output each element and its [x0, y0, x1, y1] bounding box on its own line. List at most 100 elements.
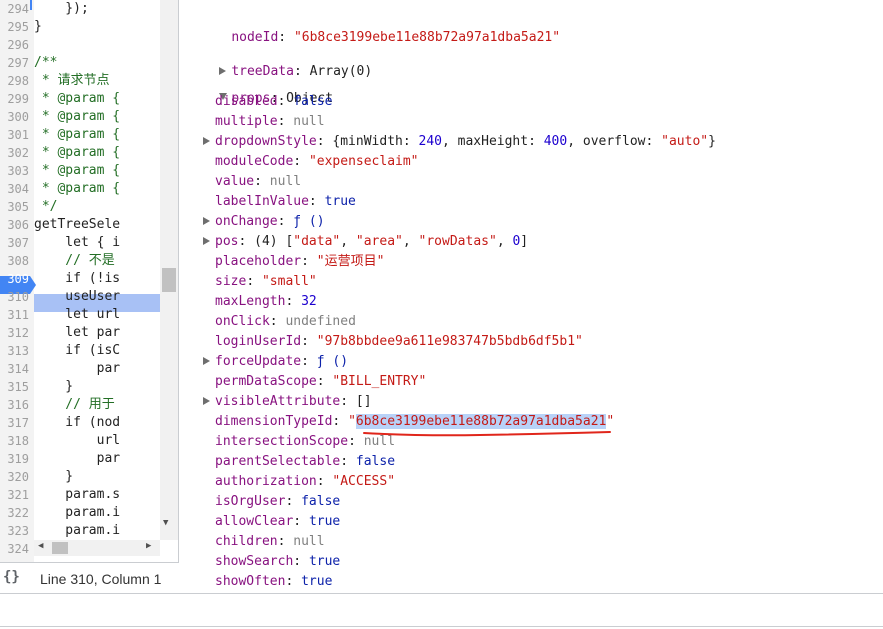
line-number[interactable]: 311 [0, 306, 29, 324]
code-line[interactable]: param.s [34, 486, 120, 504]
code-line[interactable]: let { i [34, 234, 120, 252]
line-number[interactable]: 318 [0, 432, 29, 450]
code-line[interactable]: /** [34, 54, 57, 72]
code-line[interactable]: let url [34, 306, 120, 324]
code-line[interactable]: } [34, 378, 73, 396]
line-number[interactable]: 310 [0, 288, 29, 306]
code-line[interactable]: getTreeSele [34, 216, 120, 234]
line-number[interactable]: 315 [0, 378, 29, 396]
line-number[interactable]: 313 [0, 342, 29, 360]
scope-row-authorization[interactable]: authorization: "ACCESS" [215, 472, 395, 492]
line-number[interactable]: 320 [0, 468, 29, 486]
code-line[interactable]: useUser [34, 288, 120, 306]
scope-row-permDataScope[interactable]: permDataScope: "BILL_ENTRY" [215, 372, 426, 392]
line-number[interactable]: 305 [0, 198, 29, 216]
code-line[interactable]: * @param { [34, 144, 120, 162]
code-line[interactable]: if (!is [34, 270, 120, 288]
scope-row-visibleAttribute[interactable]: visibleAttribute: [] [203, 392, 372, 412]
expand-arrow-icon[interactable] [203, 137, 210, 145]
code-line[interactable]: let par [34, 324, 120, 342]
line-number[interactable]: 322 [0, 504, 29, 522]
scope-row-onChange[interactable]: onChange: ƒ () [203, 212, 325, 232]
expand-arrow-icon[interactable] [203, 397, 210, 405]
line-number[interactable]: 321 [0, 486, 29, 504]
line-number[interactable]: 294 [0, 0, 29, 18]
line-number[interactable]: 296 [0, 36, 29, 54]
code-line[interactable]: if (isC [34, 342, 120, 360]
code-line[interactable]: }); [34, 0, 89, 18]
scope-row-parentSelectable[interactable]: parentSelectable: false [215, 452, 395, 472]
source-editor-pane[interactable]: 294 295 296 297 298 299 300 301 302 303 304 305 306 3… [0, 0, 179, 562]
scroll-down-arrow-icon[interactable]: ▼ [163, 518, 168, 528]
code-line[interactable]: param.i [34, 504, 120, 522]
line-number[interactable]: 302 [0, 144, 29, 162]
code-line[interactable]: * @param { [34, 126, 120, 144]
line-number[interactable]: 324 [0, 540, 29, 558]
line-number[interactable]: 301 [0, 126, 29, 144]
code-line[interactable]: // 用于 [34, 396, 115, 414]
line-number[interactable]: 309 [0, 270, 29, 288]
scope-row-isOrgUser[interactable]: isOrgUser: false [215, 492, 340, 512]
line-number[interactable]: 323 [0, 522, 29, 540]
code-line[interactable]: url [34, 432, 120, 450]
scroll-right-arrow-icon[interactable]: ▶ [146, 541, 151, 551]
scope-row-forceUpdate[interactable]: forceUpdate: ƒ () [203, 352, 348, 372]
scope-variables-pane[interactable]: nodeId: "6b8ce3199ebe11e88b72a97a1dba5a2… [180, 0, 883, 593]
scope-row-allowClear[interactable]: allowClear: true [215, 512, 340, 532]
code-line[interactable]: * @param { [34, 162, 120, 180]
line-number[interactable]: 317 [0, 414, 29, 432]
line-number[interactable]: 306 [0, 216, 29, 234]
code-line[interactable]: * @param { [34, 180, 120, 198]
scope-row-children[interactable]: children: null [215, 532, 325, 552]
horizontal-scrollbar-thumb[interactable] [52, 542, 68, 554]
scope-row-moduleCode[interactable]: moduleCode: "expenseclaim" [215, 152, 419, 172]
code-line[interactable]: * @param { [34, 108, 120, 126]
line-number[interactable]: 308 [0, 252, 29, 270]
expand-arrow-icon[interactable] [203, 217, 210, 225]
code-line[interactable]: * 请求节点 [34, 72, 110, 90]
line-number[interactable]: 314 [0, 360, 29, 378]
code-line[interactable]: */ [34, 198, 58, 216]
scope-row-pos[interactable]: pos: (4) ["data", "area", "rowDatas", 0] [203, 232, 528, 252]
line-number[interactable]: 299 [0, 90, 29, 108]
line-number[interactable]: 295 [0, 18, 29, 36]
line-number[interactable]: 304 [0, 180, 29, 198]
expand-arrow-icon[interactable] [203, 237, 210, 245]
scope-row-showOften[interactable]: showOften: true [215, 572, 332, 592]
vertical-scrollbar-thumb[interactable] [162, 268, 176, 292]
source-code[interactable]: });} /** * 请求节点 * @param { * @param { * @… [34, 0, 160, 540]
code-line[interactable]: par [34, 360, 120, 378]
code-line[interactable]: if (nod [34, 414, 120, 432]
code-line[interactable]: // 不是 [34, 252, 115, 270]
scope-row-placeholder[interactable]: placeholder: "运营项目" [215, 252, 384, 272]
line-number[interactable]: 303 [0, 162, 29, 180]
scope-row-dropdownStyle[interactable]: dropdownStyle: {minWidth: 240, maxHeight… [203, 132, 716, 152]
pretty-print-icon[interactable]: {} [3, 569, 20, 585]
line-number[interactable]: 297 [0, 54, 29, 72]
scope-row-multiple[interactable]: multiple: null [215, 112, 325, 132]
code-line[interactable]: } [34, 18, 42, 36]
line-number[interactable]: 319 [0, 450, 29, 468]
code-line[interactable]: } [34, 468, 73, 486]
scope-row-onClick[interactable]: onClick: undefined [215, 312, 356, 332]
scope-row-maxLength[interactable]: maxLength: 32 [215, 292, 317, 312]
code-line[interactable]: par [34, 450, 120, 468]
scroll-left-arrow-icon[interactable]: ◀ [38, 541, 43, 551]
scope-row-size[interactable]: size: "small" [215, 272, 317, 292]
scope-row-nodeId[interactable]: nodeId: "6b8ce3199ebe11e88b72a97a1dba5a2… [200, 8, 560, 45]
line-number[interactable]: 312 [0, 324, 29, 342]
expand-arrow-icon[interactable] [203, 357, 210, 365]
scope-row-value[interactable]: value: null [215, 172, 301, 192]
line-number[interactable]: 298 [0, 72, 29, 90]
scope-row-treeData[interactable]: treeData: Array(0) [188, 42, 372, 79]
scope-row-showSearch[interactable]: showSearch: true [215, 552, 340, 572]
scope-row-props[interactable]: props: Object [188, 69, 333, 106]
line-number[interactable]: 316 [0, 396, 29, 414]
scope-row-labelInValue[interactable]: labelInValue: true [215, 192, 356, 212]
line-number[interactable]: 307 [0, 234, 29, 252]
code-line[interactable]: * @param { [34, 90, 120, 108]
scope-row-disabled[interactable]: disabled: false [215, 92, 332, 112]
line-number[interactable]: 300 [0, 108, 29, 126]
scope-row-loginUserId[interactable]: loginUserId: "97b8bbdee9a611e983747b5bdb… [215, 332, 583, 352]
code-line[interactable]: param.i [34, 522, 120, 540]
